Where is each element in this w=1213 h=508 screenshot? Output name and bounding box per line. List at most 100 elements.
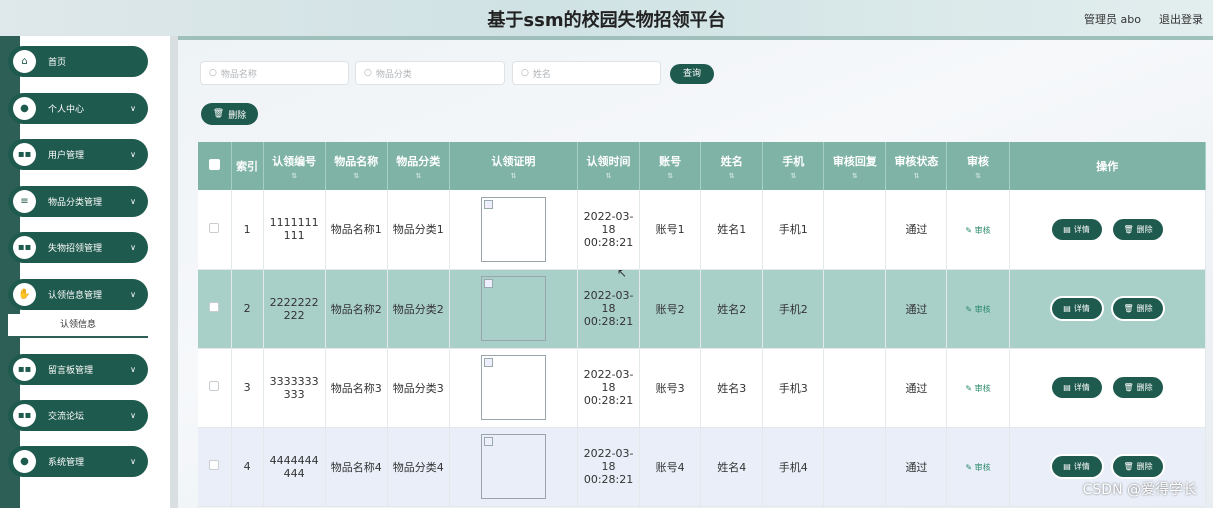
sidebar-separator <box>170 36 178 508</box>
sort-icon: ⇅ <box>415 171 422 180</box>
sidebar-item-label: 失物招领管理 <box>48 244 103 254</box>
col-account[interactable]: 账号 ⇅ <box>639 142 702 190</box>
cell-claim-no: 4444444444 <box>263 427 326 507</box>
doc-icon: ▤ <box>1063 304 1071 313</box>
select-all-checkbox[interactable] <box>198 142 232 190</box>
col-category[interactable]: 物品分类 ⇅ <box>387 142 450 190</box>
cell-claim-no: 3333333333 <box>263 348 326 428</box>
sidebar-item-profile[interactable]: ● 个人中心 ∨ <box>8 93 148 124</box>
detail-label: 详情 <box>1073 383 1090 392</box>
delete-label: 删除 <box>1136 304 1153 313</box>
audit-link[interactable]: ✎ 审核 <box>965 463 990 472</box>
detail-button[interactable]: ▤ 详情 <box>1051 377 1102 398</box>
sort-icon: ⇅ <box>291 171 298 180</box>
row-checkbox[interactable] <box>198 269 232 349</box>
logout-link[interactable]: 退出登录 <box>1159 11 1203 27</box>
search-placeholder: 物品名称 <box>220 69 257 80</box>
row-checkbox[interactable] <box>198 427 232 507</box>
mouse-cursor-icon: ↖ <box>617 266 628 280</box>
cell-proof <box>449 348 579 428</box>
cell-proof <box>449 190 579 270</box>
sidebar-item-label: 用户管理 <box>48 151 85 161</box>
sidebar-item-label: 系统管理 <box>48 458 85 468</box>
sort-icon: ⇅ <box>851 171 858 180</box>
doc-icon: ▤ <box>1063 383 1071 392</box>
cell-account: 账号4 <box>639 427 702 507</box>
item-name-search-input[interactable]: ○ 物品名称 <box>200 61 349 85</box>
sort-icon: ⇅ <box>667 171 674 180</box>
trash-icon: 🗑 <box>1123 383 1134 392</box>
cell-name: 姓名2 <box>700 269 764 349</box>
sidebar-item-home[interactable]: ⌂ 首页 <box>8 46 148 77</box>
cell-actions: ▤ 详情 🗑 删除 <box>1009 269 1207 349</box>
col-proof[interactable]: 认领证明 ⇅ <box>449 142 579 190</box>
col-label: 物品名称 <box>334 154 379 168</box>
watermark: CSDN @爱得学长 <box>1082 482 1197 498</box>
col-label: 物品分类 <box>396 154 441 168</box>
thumb-icon: ✋ <box>13 283 36 306</box>
audit-link[interactable]: ✎ 审核 <box>965 226 990 235</box>
col-actions: 操作 <box>1009 142 1207 190</box>
col-label: 审核 <box>967 154 990 168</box>
proof-image[interactable] <box>480 355 546 420</box>
cell-reply <box>823 348 887 428</box>
audit-link[interactable]: ✎ 审核 <box>965 384 990 393</box>
detail-button[interactable]: ▤ 详情 <box>1051 456 1102 477</box>
delete-button[interactable]: 🗑 删除 <box>1113 456 1164 477</box>
col-phone[interactable]: 手机 ⇅ <box>762 142 825 190</box>
broken-image-icon <box>483 437 493 446</box>
proof-image[interactable] <box>480 196 546 262</box>
col-name[interactable]: 姓名 ⇅ <box>700 142 764 190</box>
sidebar-item-claims[interactable]: ✋ 认领信息管理 ∨ <box>8 279 148 310</box>
category-search-input[interactable]: ○ 物品分类 <box>355 61 505 85</box>
cell-account: 账号3 <box>639 348 702 428</box>
sidebar-item-system[interactable]: ● 系统管理 ∨ <box>8 446 148 477</box>
sidebar-item-forum[interactable]: ▪▪ 交流论坛 ∨ <box>8 400 148 431</box>
col-claim-no[interactable]: 认领编号 ⇅ <box>263 142 326 190</box>
cell-claim-no: 2222222222 <box>263 269 326 349</box>
col-label: 认领时间 <box>586 154 631 168</box>
sidebar-item-label: 交流论坛 <box>48 412 85 422</box>
query-button[interactable]: 查询 <box>670 64 714 84</box>
row-checkbox[interactable] <box>198 190 232 270</box>
cell-actions: ▤ 详情 🗑 删除 <box>1009 190 1207 270</box>
sidebar-subitem-claim-info[interactable]: 认领信息 <box>8 314 148 338</box>
cell-account: 账号2 <box>639 269 702 349</box>
sort-icon: ⇅ <box>353 171 360 180</box>
top-bar: 基于ssm的校园失物招领平台 管理员 abo 退出登录 <box>0 0 1213 36</box>
cell-status: 通过 <box>885 427 948 507</box>
cell-index: 3 <box>231 348 264 428</box>
user-icon: ● <box>13 450 36 473</box>
detail-button[interactable]: ▤ 详情 <box>1051 218 1102 240</box>
row-checkbox[interactable] <box>198 348 232 428</box>
detail-button[interactable]: ▤ 详情 <box>1051 298 1102 319</box>
table-row: 2 2222222222 物品名称2 物品分类2 2022-03-18 00:2… <box>198 269 1207 349</box>
col-status[interactable]: 审核状态 ⇅ <box>885 142 948 190</box>
sidebar-item-users[interactable]: ▪▪ 用户管理 ∨ <box>8 139 148 170</box>
cell-category: 物品分类3 <box>387 348 450 428</box>
trash-icon: 🗑 <box>1123 304 1134 313</box>
audit-link[interactable]: ✎ 审核 <box>965 305 990 314</box>
audit-label: 审核 <box>974 463 991 472</box>
grid-icon: ▪▪ <box>13 143 36 166</box>
col-item-name[interactable]: 物品名称 ⇅ <box>325 142 388 190</box>
name-search-input[interactable]: ○ 姓名 <box>512 61 661 85</box>
col-audit[interactable]: 审核 ⇅ <box>946 142 1010 190</box>
sidebar-item-messages[interactable]: ▪▪ 留言板管理 ∨ <box>8 354 148 385</box>
delete-label: 删除 <box>1136 462 1153 471</box>
cell-status: 通过 <box>885 190 948 270</box>
sidebar-item-lost-found[interactable]: ▪▪ 失物招领管理 ∨ <box>8 232 148 263</box>
trash-icon: 🗑 <box>212 109 225 119</box>
col-time[interactable]: 认领时间 ⇅ <box>577 142 641 190</box>
doc-icon: ▤ <box>1063 462 1071 471</box>
sidebar-item-categories[interactable]: ≡ 物品分类管理 ∨ <box>8 186 148 217</box>
delete-button[interactable]: 🗑 删除 <box>1113 218 1164 240</box>
col-reply[interactable]: 审核回复 ⇅ <box>823 142 887 190</box>
proof-image[interactable] <box>480 276 546 341</box>
delete-button[interactable]: 🗑 删除 <box>1113 298 1164 319</box>
sort-icon: ⇅ <box>728 171 735 180</box>
batch-delete-button[interactable]: 🗑 删除 <box>201 103 258 125</box>
home-icon: ⌂ <box>13 50 36 73</box>
proof-image[interactable] <box>480 434 546 499</box>
delete-button[interactable]: 🗑 删除 <box>1113 377 1164 398</box>
